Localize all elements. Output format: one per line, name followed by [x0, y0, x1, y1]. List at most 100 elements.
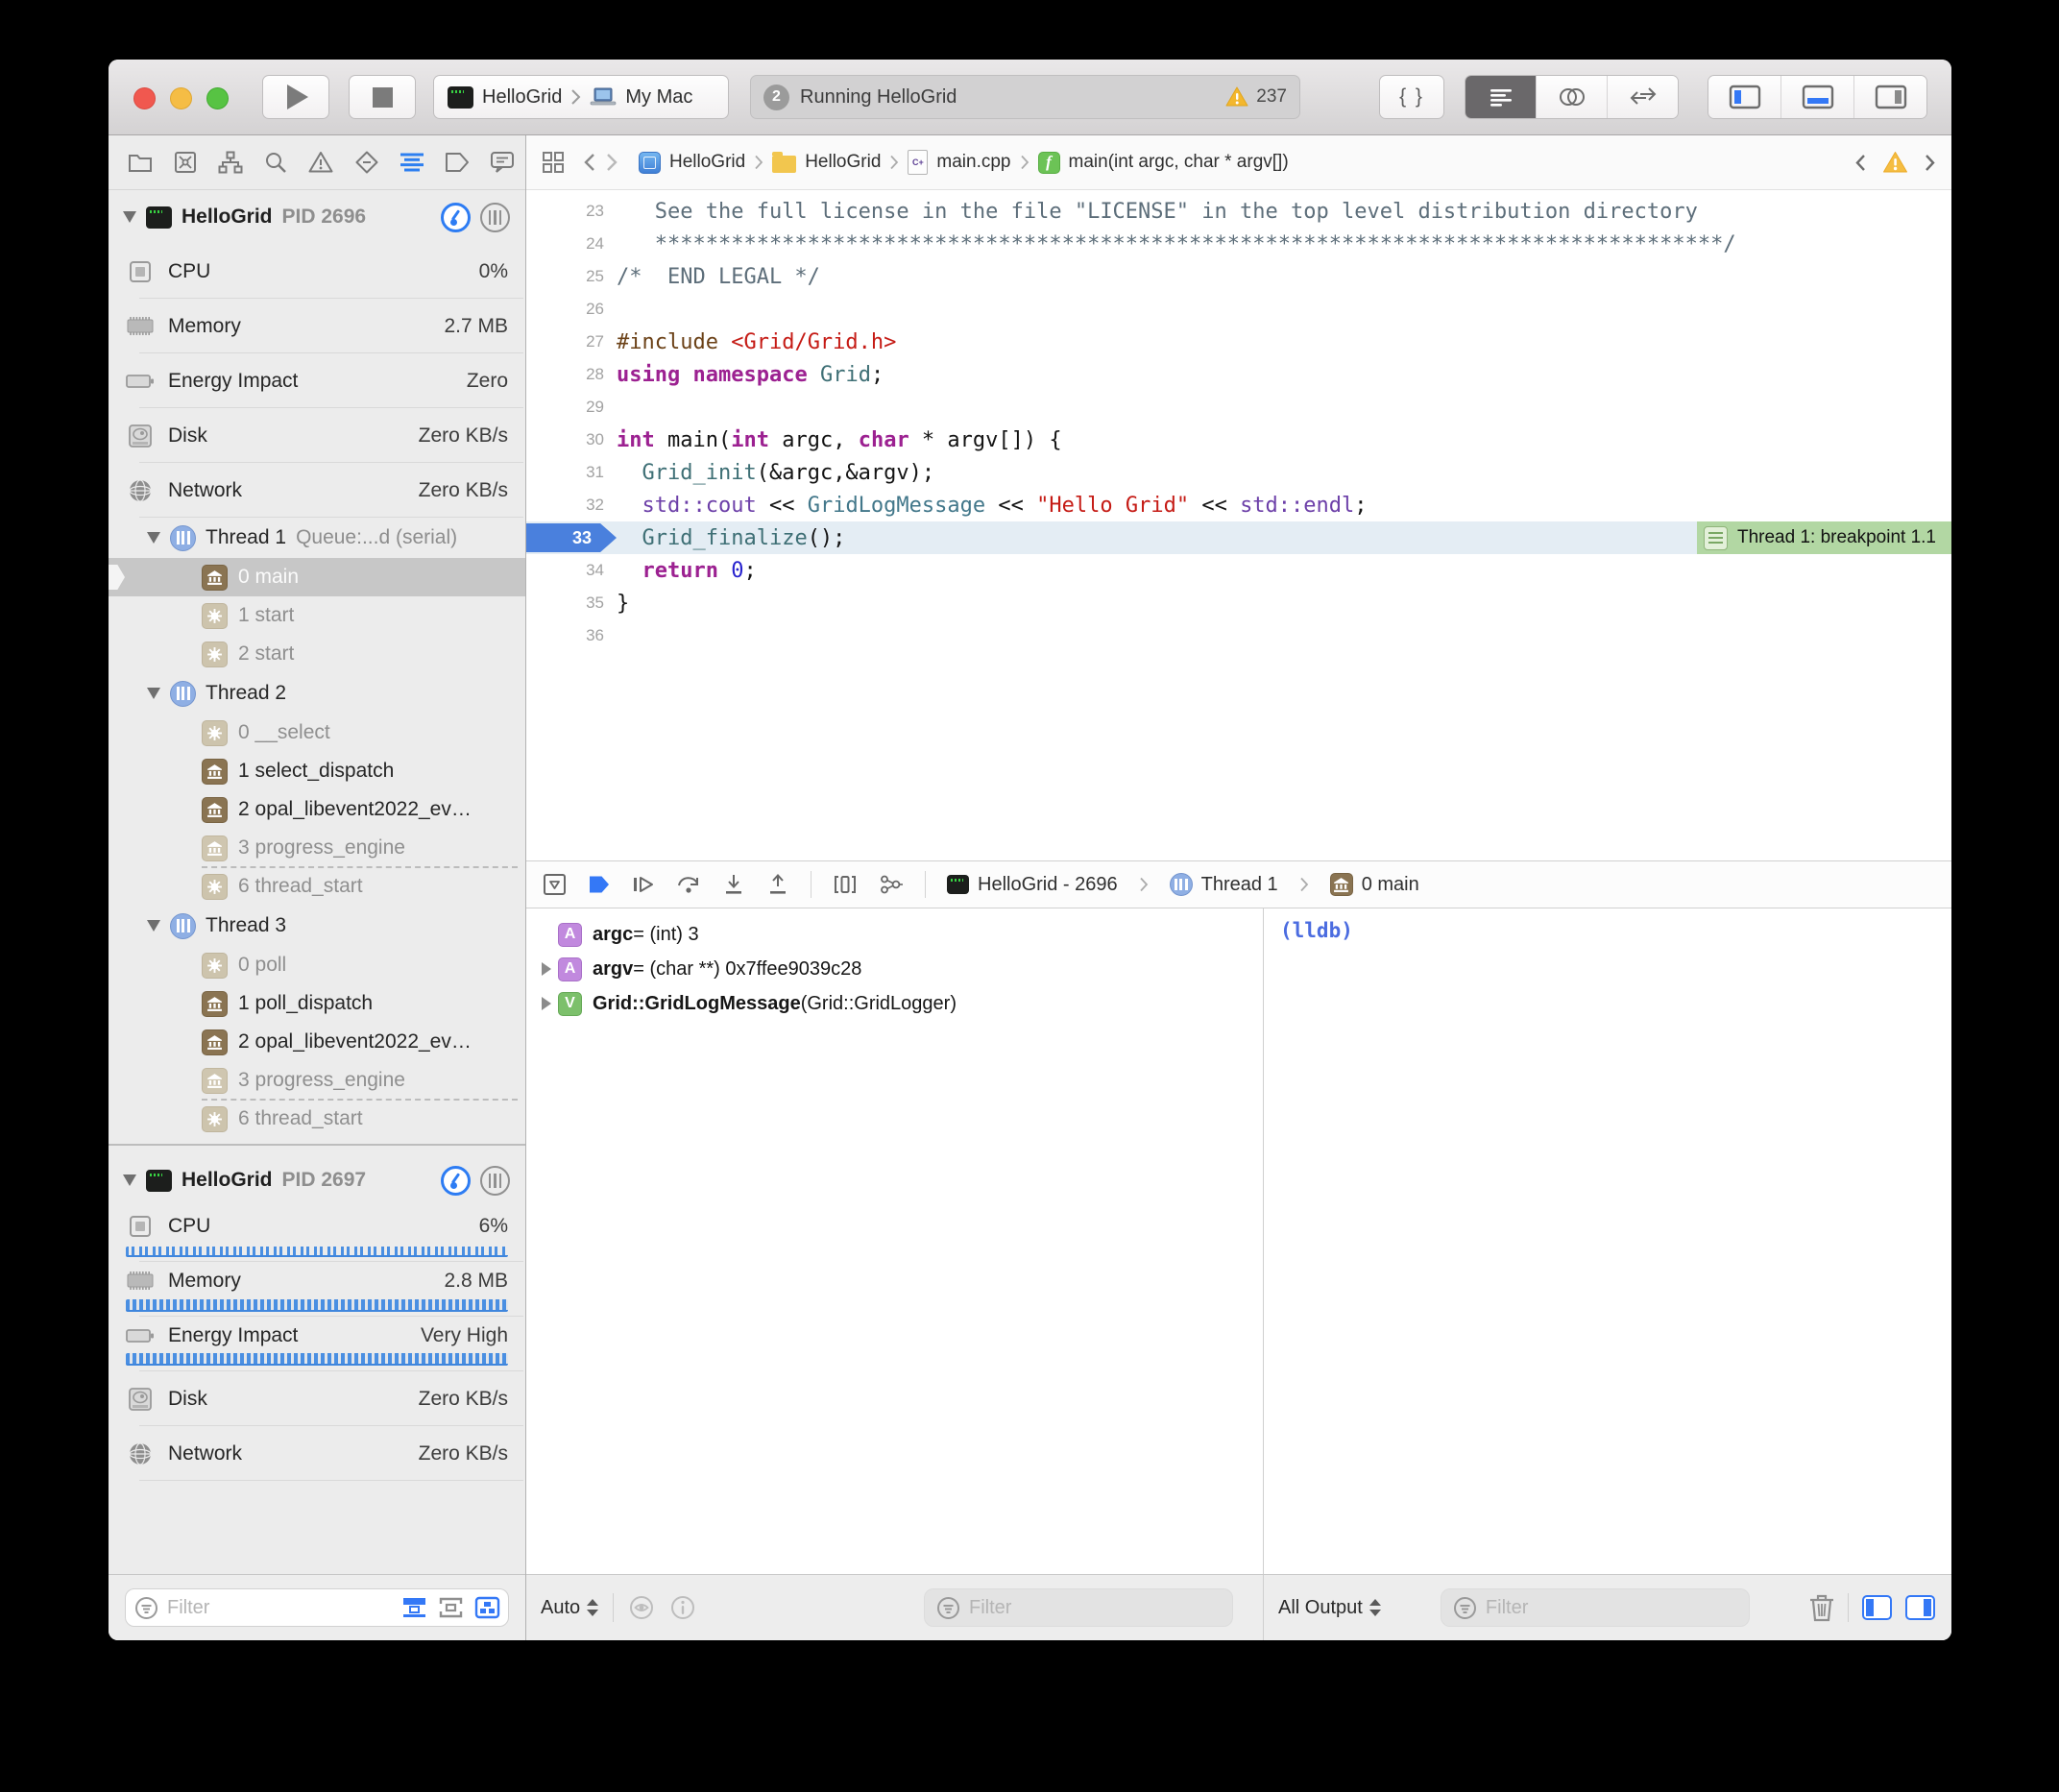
breakpoints-enabled-button[interactable]: [588, 875, 611, 894]
back-button[interactable]: [583, 153, 595, 172]
line-number[interactable]: 26: [526, 300, 617, 319]
issue-navigator-icon[interactable]: [299, 151, 344, 174]
toggle-inspector-panel-button[interactable]: [1853, 76, 1926, 118]
jumpbar-item[interactable]: HelloGrid: [639, 152, 745, 174]
gauge-row-network[interactable]: NetworkZero KB/s: [109, 1426, 525, 1481]
scheme-selector[interactable]: HelloGrid My Mac: [433, 75, 729, 119]
code-snippets-button[interactable]: { }: [1379, 75, 1444, 119]
stack-frame-row[interactable]: 2 opal_libevent2022_ev…: [109, 1023, 525, 1061]
variable-row[interactable]: VGrid::GridLogMessage (Grid::GridLogger): [526, 986, 1263, 1021]
warning-count[interactable]: 237: [1225, 86, 1287, 108]
variables-view[interactable]: Aargc = (int) 3Aargv = (char **) 0x7ffee…: [526, 908, 1264, 1574]
zoom-window-button[interactable]: [206, 87, 229, 109]
previous-issue-button[interactable]: [1854, 154, 1866, 172]
stack-frame-row[interactable]: 3 progress_engine: [109, 829, 525, 867]
find-navigator-icon[interactable]: [254, 151, 299, 174]
debug-breadcrumb-item[interactable]: 0 main: [1330, 873, 1419, 896]
code-line-23[interactable]: 23 See the full license in the file "LIC…: [526, 195, 1951, 228]
line-number[interactable]: 24: [526, 234, 617, 254]
line-number[interactable]: 34: [526, 561, 617, 580]
thread-row[interactable]: Thread 3: [109, 906, 525, 946]
step-into-button[interactable]: [722, 874, 745, 896]
line-number[interactable]: 27: [526, 332, 617, 351]
stack-frame-row[interactable]: 6 thread_start: [109, 867, 525, 906]
stack-frame-row[interactable]: 6 thread_start: [109, 1100, 525, 1138]
debug-breadcrumb-item[interactable]: Thread 1: [1170, 873, 1278, 896]
code-line-26[interactable]: 26: [526, 293, 1951, 326]
stack-frame-row[interactable]: 0 poll: [109, 946, 525, 984]
toggle-navigator-panel-button[interactable]: [1708, 76, 1780, 118]
toggle-debug-area-button[interactable]: [1780, 76, 1853, 118]
console-filter-field[interactable]: Filter: [1441, 1588, 1750, 1627]
line-number[interactable]: 29: [526, 398, 617, 417]
code-line-34[interactable]: 34 return 0;: [526, 554, 1951, 587]
line-number[interactable]: 35: [526, 593, 617, 613]
variable-scope-dropdown[interactable]: Auto: [541, 1597, 598, 1619]
hide-debug-area-button[interactable]: [543, 873, 567, 896]
code-line-24[interactable]: 24 *************************************…: [526, 228, 1951, 260]
line-number[interactable]: 36: [526, 626, 617, 645]
gauges-view-button[interactable]: [441, 1166, 471, 1196]
code-line-31[interactable]: 31 Grid_init(&argc,&argv);: [526, 456, 1951, 489]
continue-button[interactable]: [632, 874, 655, 895]
run-button[interactable]: [262, 75, 329, 119]
test-navigator-icon[interactable]: [344, 151, 389, 174]
show-variables-view-button[interactable]: [1862, 1595, 1892, 1620]
stack-frame-row[interactable]: 2 start: [109, 635, 525, 673]
line-number[interactable]: 30: [526, 430, 617, 449]
debug-breadcrumb-item[interactable]: HelloGrid - 2696: [947, 874, 1118, 896]
gauge-row-disk[interactable]: DiskZero KB/s: [109, 408, 525, 463]
related-items-icon[interactable]: [542, 151, 565, 174]
stack-frame-row[interactable]: 0 main: [109, 558, 525, 596]
code-line-27[interactable]: 27#include <Grid/Grid.h>: [526, 326, 1951, 358]
variables-filter-field[interactable]: Filter: [924, 1588, 1233, 1627]
stack-frame-row[interactable]: 0 __select: [109, 714, 525, 752]
gauge-row-cpu[interactable]: CPU6%: [109, 1207, 525, 1262]
gauge-row-energy-impact[interactable]: Energy ImpactVery High: [109, 1317, 525, 1371]
gauge-row-memory[interactable]: Memory2.8 MB: [109, 1262, 525, 1317]
assistant-editor-button[interactable]: [1536, 76, 1607, 118]
report-navigator-icon[interactable]: [480, 151, 525, 174]
version-editor-button[interactable]: [1607, 76, 1678, 118]
code-line-32[interactable]: 32 std::cout << GridLogMessage << "Hello…: [526, 489, 1951, 521]
stack-frame-row[interactable]: 1 start: [109, 596, 525, 635]
close-window-button[interactable]: [133, 87, 156, 109]
jumpbar-item[interactable]: HelloGrid: [772, 152, 881, 173]
variable-row[interactable]: Aargc = (int) 3: [526, 917, 1263, 952]
project-navigator-icon[interactable]: [117, 151, 162, 174]
filter-view-mode-icon[interactable]: [474, 1596, 500, 1619]
stack-frame-row[interactable]: 3 progress_engine: [109, 1061, 525, 1100]
breakpoint-marker[interactable]: 33: [526, 523, 617, 552]
line-number[interactable]: 32: [526, 496, 617, 515]
disclosure-triangle-icon[interactable]: [535, 997, 558, 1010]
code-line-30[interactable]: 30int main(int argc, char * argv[]) {: [526, 424, 1951, 456]
code-line-28[interactable]: 28using namespace Grid;: [526, 358, 1951, 391]
code-line-36[interactable]: 36: [526, 619, 1951, 652]
stack-frame-row[interactable]: 1 poll_dispatch: [109, 984, 525, 1023]
thread-row[interactable]: Thread 2: [109, 673, 525, 714]
variable-row[interactable]: Aargv = (char **) 0x7ffee9039c28: [526, 952, 1263, 986]
memory-graph-button[interactable]: [879, 873, 904, 896]
activity-status-bar[interactable]: 2 Running HelloGrid 237: [750, 75, 1300, 119]
threads-view-button[interactable]: [480, 203, 510, 232]
debug-navigator-icon[interactable]: [389, 151, 434, 174]
line-number[interactable]: 25: [526, 267, 617, 286]
issue-warning-icon[interactable]: [1882, 151, 1908, 174]
source-control-navigator-icon[interactable]: [162, 151, 207, 174]
line-number[interactable]: 28: [526, 365, 617, 384]
process-row[interactable]: HelloGridPID 2696: [109, 190, 525, 244]
standard-editor-button[interactable]: [1466, 76, 1536, 118]
console-view[interactable]: (lldb): [1264, 908, 1951, 1574]
line-number[interactable]: 31: [526, 463, 617, 482]
minimize-window-button[interactable]: [170, 87, 192, 109]
jumpbar-item[interactable]: C+main.cpp: [908, 150, 1010, 175]
disclosure-triangle-icon[interactable]: [535, 962, 558, 976]
symbol-navigator-icon[interactable]: [207, 151, 253, 174]
gauges-view-button[interactable]: [441, 203, 471, 232]
breakpoint-navigator-icon[interactable]: [435, 152, 480, 173]
clear-console-button[interactable]: [1809, 1593, 1834, 1622]
threads-view-button[interactable]: [480, 1166, 510, 1196]
filter-flattened-icon[interactable]: [401, 1596, 427, 1619]
source-editor[interactable]: 23 See the full license in the file "LIC…: [526, 190, 1951, 860]
filter-crashed-icon[interactable]: [438, 1596, 464, 1619]
